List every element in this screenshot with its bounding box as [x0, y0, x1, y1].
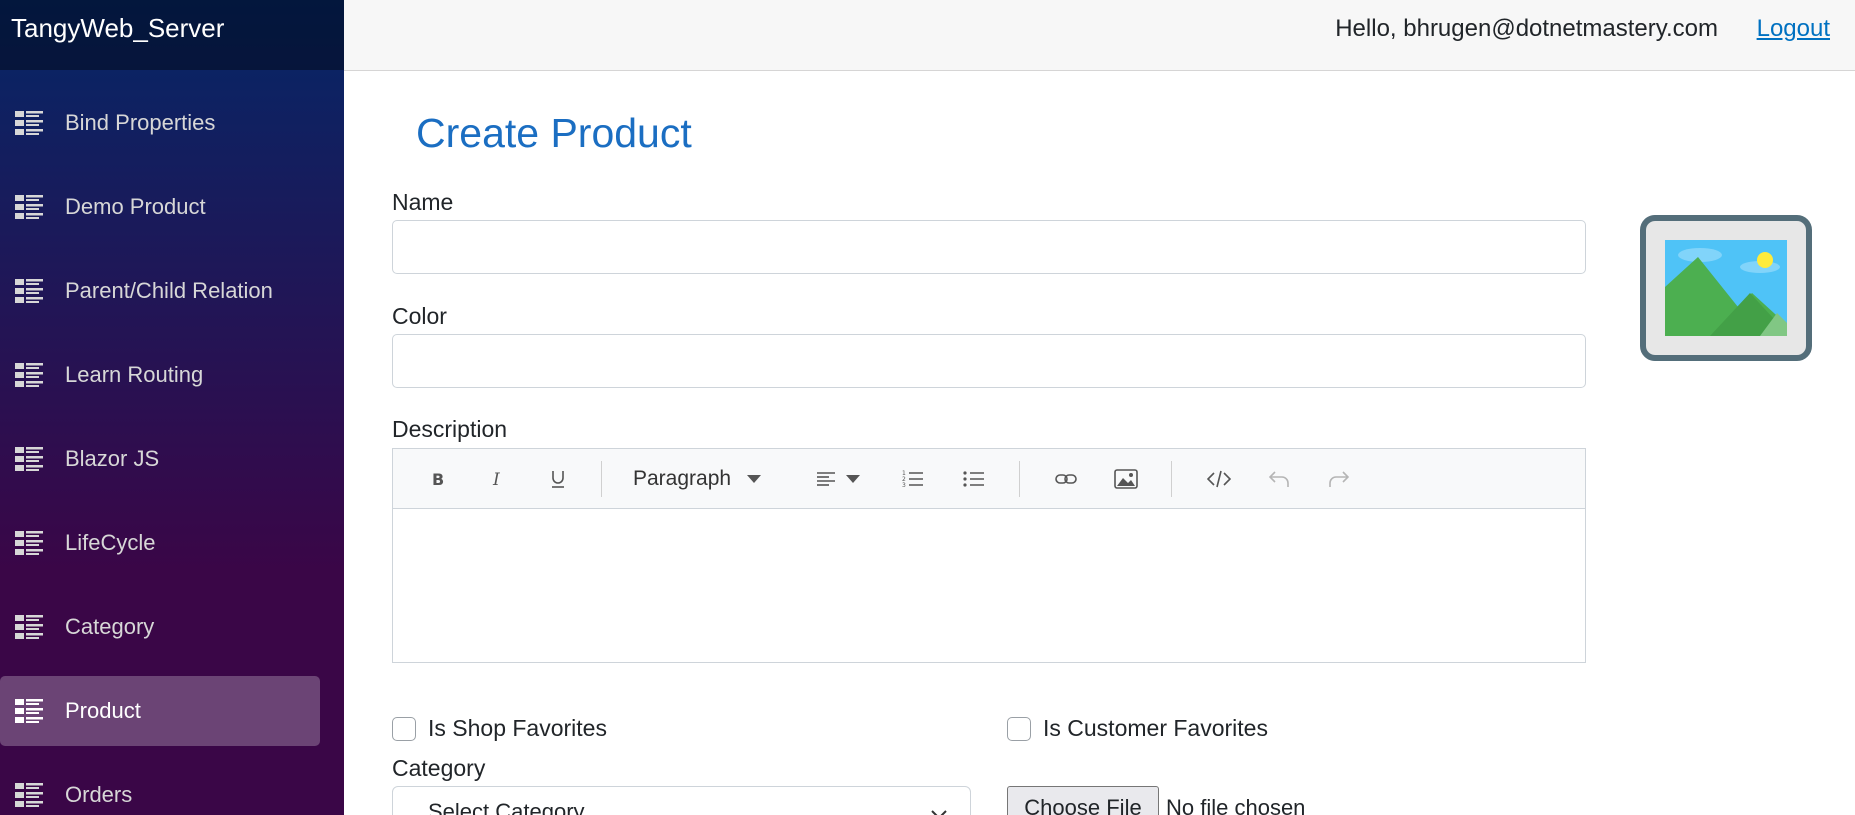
- user-greeting: Hello, bhrugen@dotnetmastery.com: [1335, 15, 1718, 42]
- sidebar-item-blazor-js[interactable]: Blazor JS: [0, 424, 320, 494]
- category-select[interactable]: Select Category: [392, 786, 971, 815]
- sidebar-item-bind-properties[interactable]: Bind Properties: [0, 88, 320, 158]
- sidebar-item-parent-child-relation[interactable]: Parent/Child Relation: [0, 256, 320, 326]
- toolbar-separator: [1171, 461, 1172, 497]
- sidebar-nav: Bind Properties Demo Product Parent/Chil…: [0, 88, 344, 815]
- list-icon: [15, 615, 43, 639]
- list-icon: [15, 783, 43, 807]
- editor-content-area[interactable]: [393, 509, 1585, 661]
- list-icon: [15, 699, 43, 723]
- redo-icon[interactable]: [1321, 463, 1357, 495]
- sidebar-item-learn-routing[interactable]: Learn Routing: [0, 340, 320, 410]
- underline-icon[interactable]: [543, 463, 573, 495]
- sidebar-item-product[interactable]: Product: [0, 676, 320, 746]
- list-icon: [15, 195, 43, 219]
- unordered-list-icon[interactable]: [959, 463, 989, 495]
- sidebar-item-demo-product[interactable]: Demo Product: [0, 172, 320, 242]
- image-icon[interactable]: [1108, 463, 1144, 495]
- sidebar-item-label: Bind Properties: [65, 110, 216, 135]
- color-input[interactable]: [392, 334, 1586, 388]
- sidebar-item-label: Blazor JS: [65, 446, 160, 471]
- brand-title[interactable]: TangyWeb_Server: [0, 0, 344, 70]
- sidebar-item-label: Demo Product: [65, 194, 206, 219]
- color-label: Color: [392, 303, 447, 329]
- align-left-icon: [817, 472, 835, 486]
- sidebar-item-label: LifeCycle: [65, 530, 156, 555]
- category-label: Category: [392, 755, 486, 781]
- file-status-text: No file chosen: [1166, 795, 1306, 815]
- shop-favorites-label: Is Shop Favorites: [428, 715, 607, 741]
- paragraph-dropdown[interactable]: Paragraph: [633, 463, 763, 495]
- chevron-down-icon: [846, 475, 860, 483]
- name-label: Name: [392, 189, 454, 215]
- svg-text:I: I: [492, 470, 500, 488]
- undo-icon[interactable]: [1261, 463, 1297, 495]
- list-icon: [15, 531, 43, 555]
- toolbar-separator: [1019, 461, 1020, 497]
- customer-favorites-label: Is Customer Favorites: [1043, 715, 1268, 741]
- logout-link[interactable]: Logout: [1757, 15, 1830, 43]
- code-icon[interactable]: [1201, 463, 1237, 495]
- sidebar-item-label: Product: [65, 698, 141, 723]
- product-image-placeholder-icon: [1640, 215, 1812, 361]
- customer-favorites-checkbox[interactable]: [1007, 717, 1031, 741]
- editor-toolbar: B I Paragraph 123: [393, 449, 1585, 509]
- rich-text-editor: B I Paragraph 123: [392, 448, 1586, 663]
- italic-icon[interactable]: I: [483, 463, 513, 495]
- choose-file-button[interactable]: Choose File: [1007, 786, 1159, 815]
- sidebar-item-label: Parent/Child Relation: [65, 278, 273, 303]
- list-icon: [15, 111, 43, 135]
- category-selected-value: Select Category: [428, 799, 585, 815]
- bold-icon[interactable]: B: [423, 463, 453, 495]
- sidebar-item-orders[interactable]: Orders: [0, 760, 320, 815]
- sidebar-item-label: Learn Routing: [65, 362, 204, 387]
- sidebar-item-label: Orders: [65, 782, 133, 807]
- top-bar: Hello, bhrugen@dotnetmastery.com Logout: [344, 0, 1855, 71]
- chevron-down-icon: [747, 475, 762, 483]
- list-icon: [15, 363, 43, 387]
- ordered-list-icon[interactable]: 123: [898, 463, 928, 495]
- sidebar-item-label: Category: [65, 614, 155, 639]
- page-title: Create Product: [416, 110, 692, 156]
- sidebar-item-category[interactable]: Category: [0, 592, 320, 662]
- chevron-down-icon: [931, 810, 947, 815]
- sidebar-item-lifecycle[interactable]: LifeCycle: [0, 508, 320, 578]
- paragraph-label: Paragraph: [633, 467, 732, 490]
- list-icon: [15, 279, 43, 303]
- description-label: Description: [392, 416, 508, 442]
- toolbar-separator: [601, 461, 602, 497]
- sidebar: TangyWeb_Server Bind Properties Demo Pro…: [0, 0, 344, 815]
- svg-text:3: 3: [902, 482, 906, 488]
- list-icon: [15, 447, 43, 471]
- align-dropdown[interactable]: [808, 463, 868, 495]
- link-icon[interactable]: [1048, 463, 1084, 495]
- svg-text:B: B: [432, 470, 444, 488]
- shop-favorites-checkbox[interactable]: [392, 717, 416, 741]
- name-input[interactable]: [392, 220, 1586, 274]
